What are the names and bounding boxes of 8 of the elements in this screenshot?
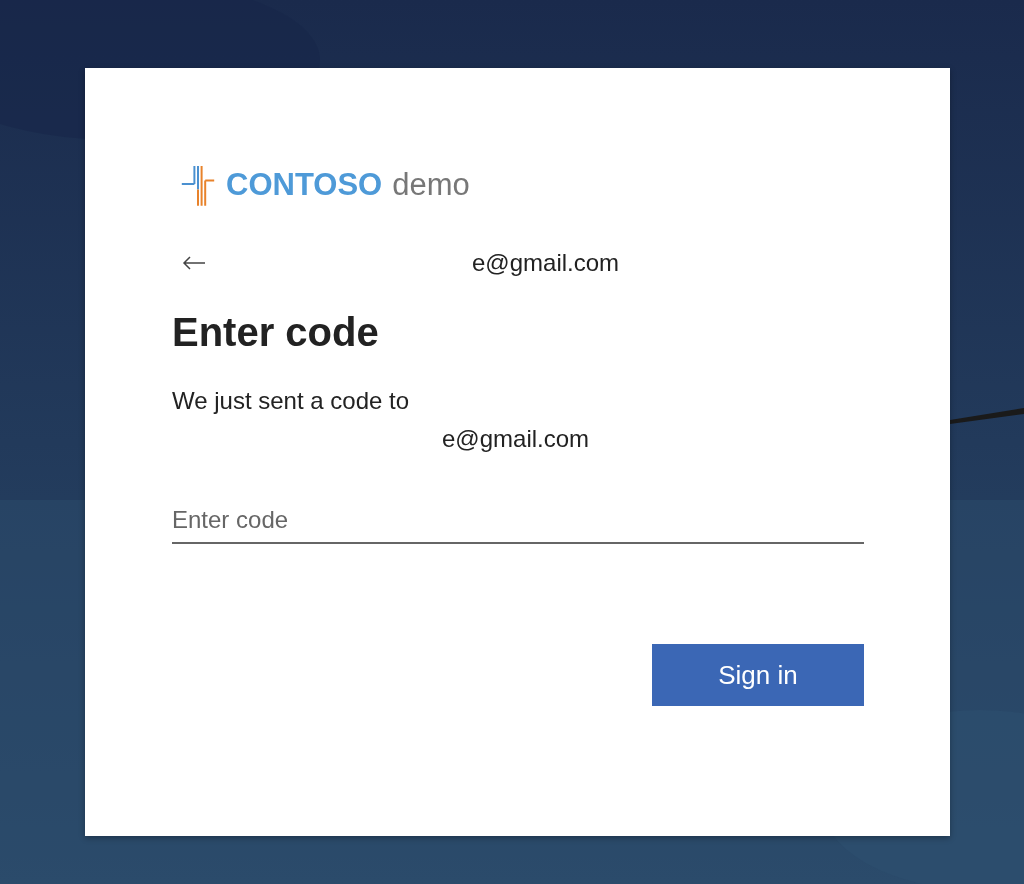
brand-suffix: demo	[392, 167, 470, 203]
sign-in-button[interactable]: Sign in	[652, 644, 864, 706]
account-email: e@gmail.com	[472, 249, 620, 277]
message-text: We just sent a code to	[172, 386, 411, 416]
brand-name: CONTOSO	[226, 167, 383, 203]
page-heading: Enter code	[172, 309, 380, 356]
back-arrow-icon[interactable]	[182, 255, 206, 271]
recipient-email: e@gmail.com	[441, 424, 591, 454]
